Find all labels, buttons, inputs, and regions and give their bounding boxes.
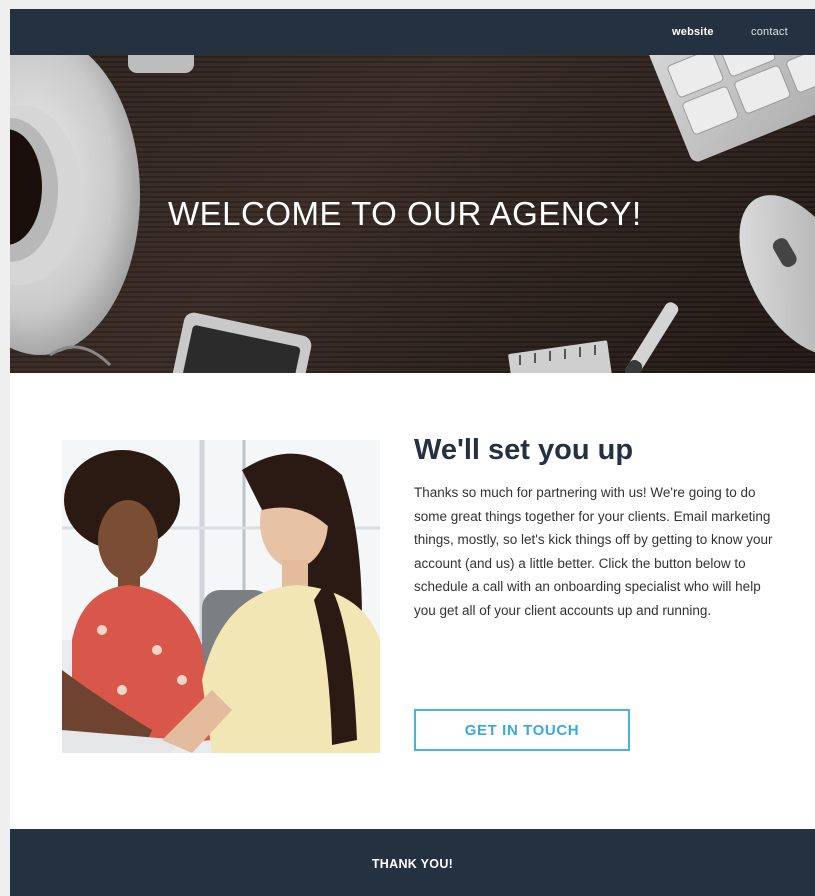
nav-link-contact[interactable]: contact	[751, 26, 788, 38]
feature-photo	[62, 440, 380, 753]
section-heading: We'll set you up	[414, 434, 634, 466]
hero-title: WELCOME TO OUR AGENCY!	[168, 195, 642, 232]
email-page: website contact WELCOME TO OUR AGENCY! W…	[10, 9, 815, 896]
hero-banner: WELCOME TO OUR AGENCY!	[10, 55, 815, 373]
nav-link-website[interactable]: website	[672, 26, 714, 38]
section-body-text: Thanks so much for partnering with us! W…	[414, 485, 773, 618]
two-women-working-photo-icon	[62, 440, 380, 753]
footer-bar: THANK YOU!	[10, 829, 815, 896]
get-in-touch-button[interactable]: GET IN TOUCH	[414, 709, 630, 751]
top-nav-bar: website contact	[10, 9, 815, 55]
footer-thank-you: THANK YOU!	[371, 857, 454, 871]
